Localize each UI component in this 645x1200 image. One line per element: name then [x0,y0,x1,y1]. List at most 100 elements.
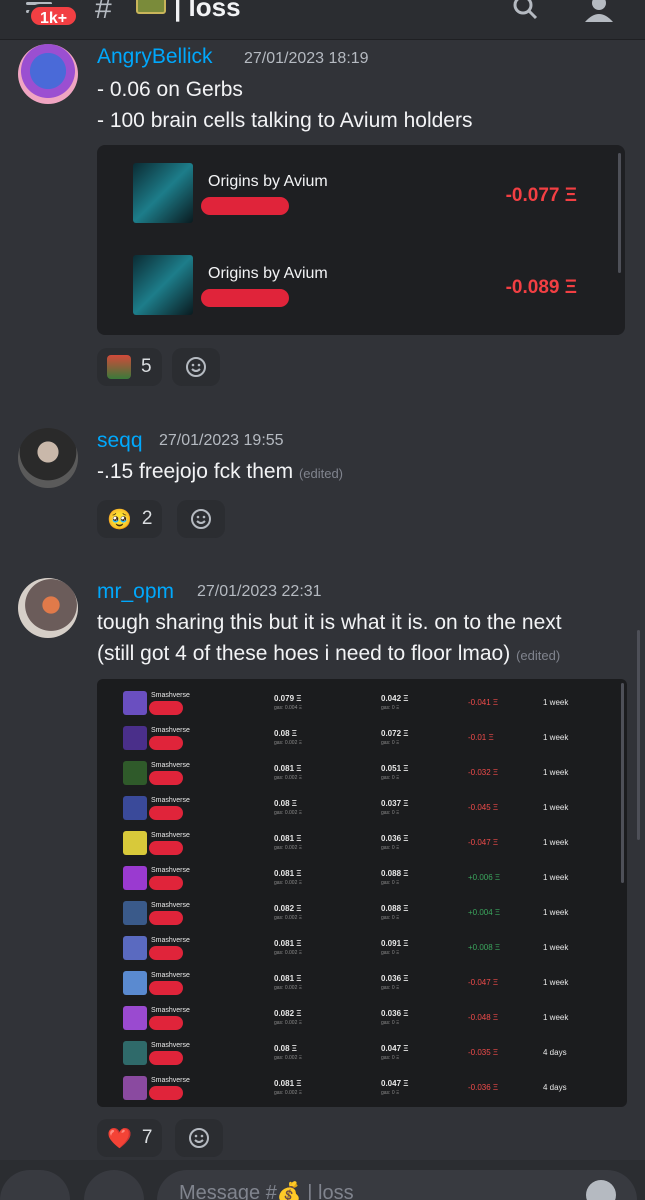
redaction-mark [201,197,289,215]
sell-gas: gas: 0 Ξ [381,915,400,921]
nft-avatar [123,901,147,925]
edited-label: (edited) [298,466,344,481]
sell-price: 0.091 Ξ [381,939,409,948]
nft-avatar [123,761,147,785]
nft-title: Origins by Avium [208,265,328,282]
pleading-face-emoji-icon: 🥹 [107,508,132,531]
buy-price: 0.08 Ξ [274,1044,297,1053]
redaction-mark [149,806,183,820]
avatar[interactable] [18,578,78,638]
timestamp: 27/01/2023 18:19 [244,50,369,67]
buy-price: 0.081 Ξ [274,834,302,843]
redaction-mark [149,841,183,855]
message-text-line: (still got 4 of these hoes i need to flo… [97,642,561,665]
reaction-pleading[interactable]: 🥹 2 [97,500,163,538]
buy-price: 0.081 Ξ [274,974,302,983]
notification-badge: 1k+ [28,4,80,28]
sell-price: 0.036 Ξ [381,834,409,843]
pepe-sweat-emoji-icon [107,355,131,379]
trade-row: Smashverse 0.081 Ξ gas: 0.002 Ξ 0.051 Ξ gas:… [97,757,627,792]
buy-price: 0.081 Ξ [274,869,302,878]
trade-row: Smashverse 0.079 Ξ gas: 0.004 Ξ 0.042 Ξ gas:… [97,687,627,722]
trade-history-image[interactable]: Smashverse 0.079 Ξ gas: 0.004 Ξ 0.042 Ξ gas:… [97,679,627,1107]
profit-loss: -0.045 Ξ [468,803,499,812]
nft-avatar [123,726,147,750]
sell-price: 0.088 Ξ [381,904,409,913]
trade-row: Smashverse 0.081 Ξ gas: 0.002 Ξ 0.088 Ξ gas:… [97,862,627,897]
message-input-placeholder: Message #💰 | loss [179,1182,354,1200]
sell-price: 0.037 Ξ [381,799,409,808]
buy-price: 0.082 Ξ [274,1009,302,1018]
buy-gas: gas: 0.002 Ξ [274,1055,302,1061]
hold-duration: 1 week [543,698,569,707]
hold-duration: 1 week [543,978,569,987]
sell-gas: gas: 0 Ξ [381,1090,400,1096]
profit-loss: -0.047 Ξ [468,978,499,987]
nft-avatar [123,831,147,855]
message-input[interactable]: Message #💰 | loss [157,1170,637,1200]
profit-loss: -0.01 Ξ [468,733,494,742]
reaction-heart[interactable]: ❤️ 7 [97,1119,163,1157]
profit-loss: -0.032 Ξ [468,768,499,777]
collection-name: Smashverse [151,727,190,734]
nft-avatar [123,1076,147,1100]
collection-name: Smashverse [151,762,190,769]
trade-row: Smashverse 0.08 Ξ gas: 0.002 Ξ 0.047 Ξ gas: … [97,1037,627,1072]
avatar[interactable] [18,44,78,104]
embed-scrollbar[interactable] [618,153,621,273]
nft-item: Origins by Avium -0.077 Ξ [97,145,625,235]
members-icon[interactable] [582,0,616,22]
username[interactable]: AngryBellick [97,45,213,69]
buy-price: 0.08 Ξ [274,799,297,808]
trade-row: Smashverse 0.08 Ξ gas: 0.002 Ξ 0.072 Ξ gas: … [97,722,627,757]
redaction-mark [149,911,183,925]
nft-item: Origins by Avium -0.089 Ξ [97,237,625,327]
sell-price: 0.042 Ξ [381,694,409,703]
add-reaction-button[interactable] [177,500,225,538]
buy-gas: gas: 0.002 Ξ [274,1020,302,1026]
redaction-mark [149,981,183,995]
profit-loss: -0.048 Ξ [468,1013,499,1022]
username[interactable]: mr_opm [97,580,174,604]
sell-price: 0.051 Ξ [381,764,409,773]
embed-scrollbar[interactable] [621,683,624,883]
add-reaction-button[interactable] [172,348,220,386]
buy-gas: gas: 0.002 Ξ [274,915,302,921]
trade-row: Smashverse 0.082 Ξ gas: 0.002 Ξ 0.088 Ξ gas:… [97,897,627,932]
heart-emoji-icon: ❤️ [107,1127,132,1150]
buy-gas: gas: 0.002 Ξ [274,810,302,816]
username[interactable]: seqq [97,429,143,453]
nft-thumbnail [133,163,193,223]
chat-scrollbar[interactable] [637,630,640,840]
search-icon[interactable] [512,0,538,20]
redaction-mark [149,771,183,785]
sell-gas: gas: 0 Ξ [381,845,400,851]
trade-row: Smashverse 0.081 Ξ gas: 0.002 Ξ 0.047 Ξ gas:… [97,1072,627,1107]
redaction-mark [149,1051,183,1065]
nft-avatar [123,866,147,890]
attach-plus-button[interactable] [0,1170,70,1200]
message-text-line: - 0.06 on Gerbs [97,78,243,101]
collection-name: Smashverse [151,692,190,699]
trade-row: Smashverse 0.081 Ξ gas: 0.002 Ξ 0.091 Ξ gas:… [97,932,627,967]
sell-price: 0.088 Ξ [381,869,409,878]
profit-loss: +0.004 Ξ [468,908,501,917]
reaction-pepe[interactable]: 5 [97,348,162,386]
sell-gas: gas: 0 Ξ [381,1020,400,1026]
collection-name: Smashverse [151,937,190,944]
add-reaction-button[interactable] [175,1119,223,1157]
buy-gas: gas: 0.002 Ξ [274,880,302,886]
profit-loss: -0.035 Ξ [468,1048,499,1057]
collection-name: Smashverse [151,832,190,839]
channel-title[interactable]: | loss [174,0,241,23]
collection-name: Smashverse [151,972,190,979]
gift-button[interactable] [84,1170,144,1200]
buy-price: 0.082 Ξ [274,904,302,913]
sell-gas: gas: 0 Ξ [381,950,400,956]
reaction-count: 7 [141,1127,153,1148]
nft-avatar [123,1041,147,1065]
sell-gas: gas: 0 Ξ [381,775,400,781]
buy-gas: gas: 0.002 Ξ [274,845,302,851]
nft-sale-embed[interactable]: Origins by Avium -0.077 Ξ Origins by Avi… [97,145,625,335]
avatar[interactable] [18,428,78,488]
